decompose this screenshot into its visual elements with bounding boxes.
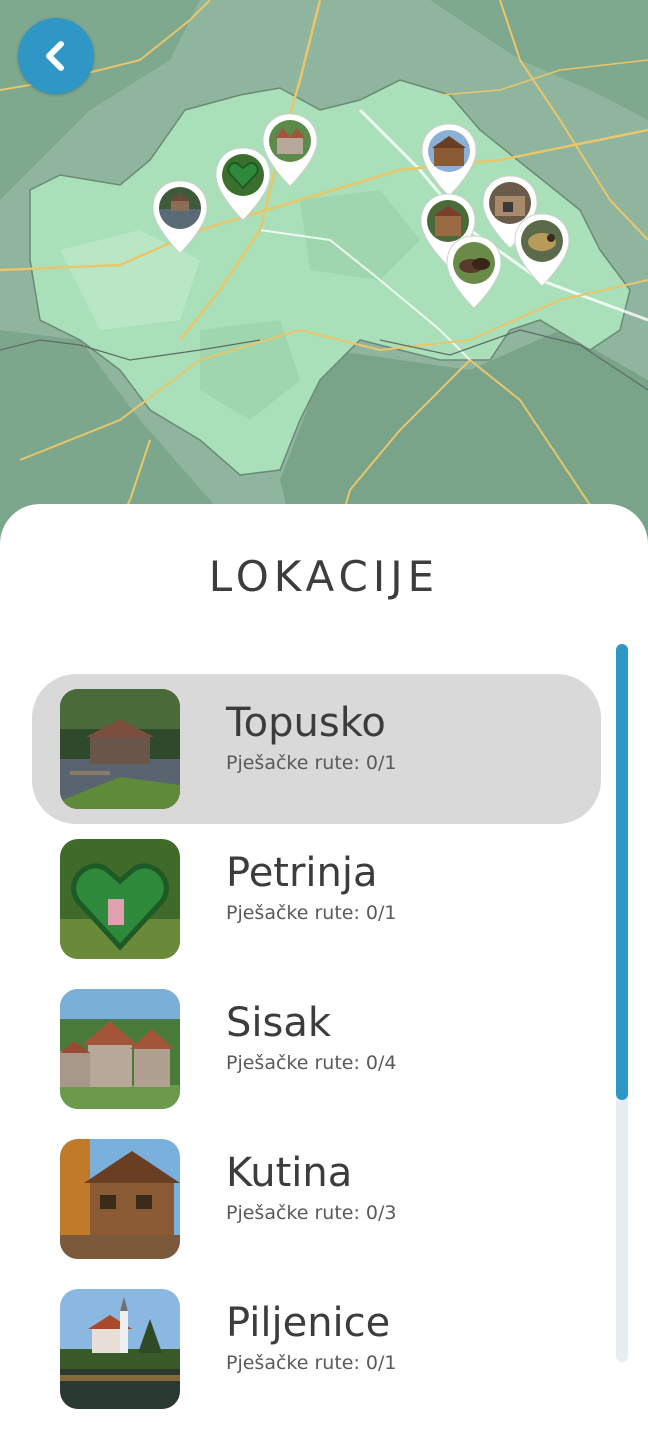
list-item[interactable]: Sisak Pješačke rute: 0/4: [32, 974, 602, 1124]
location-name: Topusko: [226, 700, 386, 746]
routes-count: Pješačke rute: 0/1: [226, 902, 397, 924]
horses-photo: [453, 242, 495, 284]
routes-count: Pješačke rute: 0/1: [226, 1352, 397, 1374]
page-title: LOKACIJE: [208, 552, 440, 601]
location-name: Piljenice: [226, 1300, 391, 1346]
routes-count: Pješačke rute: 0/4: [226, 1052, 397, 1074]
back-button[interactable]: [18, 18, 94, 94]
mill-photo: [159, 187, 201, 229]
locations-sheet[interactable]: LOKACIJE Topusko Pješačke rute: 0/1 Petr…: [0, 504, 648, 1440]
pin-topusko[interactable]: [151, 179, 209, 259]
chevron-left-icon: [46, 41, 64, 71]
map-view[interactable]: [0, 0, 648, 560]
locations-list[interactable]: Topusko Pješačke rute: 0/1 Petrinja Pješ…: [32, 674, 602, 1424]
pin-kutina[interactable]: [420, 122, 478, 202]
scrollbar[interactable]: [616, 644, 628, 1362]
scrollbar-thumb[interactable]: [616, 644, 628, 1100]
pin-sisak[interactable]: [261, 112, 319, 192]
routes-count: Pješačke rute: 0/1: [226, 752, 397, 774]
mill-photo: [60, 689, 180, 809]
heart-sculpture-photo: [222, 154, 264, 196]
church-photo: [60, 1289, 180, 1409]
pin-8[interactable]: [513, 212, 571, 292]
routes-count: Pješačke rute: 0/3: [226, 1202, 397, 1224]
wooden-house-photo: [428, 130, 470, 172]
location-name: Petrinja: [226, 850, 378, 896]
location-name: Kutina: [226, 1150, 353, 1196]
list-item[interactable]: Topusko Pješačke rute: 0/1: [32, 674, 602, 824]
list-item[interactable]: Piljenice Pješačke rute: 0/1: [32, 1274, 602, 1424]
pin-7[interactable]: [445, 234, 503, 314]
bird-photo: [521, 220, 563, 262]
castle-photo: [269, 120, 311, 162]
wooden-house-photo: [60, 1139, 180, 1259]
list-item[interactable]: Petrinja Pješačke rute: 0/1: [32, 824, 602, 974]
list-item[interactable]: Kutina Pješačke rute: 0/3: [32, 1124, 602, 1274]
castle-photo: [60, 989, 180, 1109]
heart-sculpture-photo: [60, 839, 180, 959]
location-name: Sisak: [226, 1000, 332, 1046]
